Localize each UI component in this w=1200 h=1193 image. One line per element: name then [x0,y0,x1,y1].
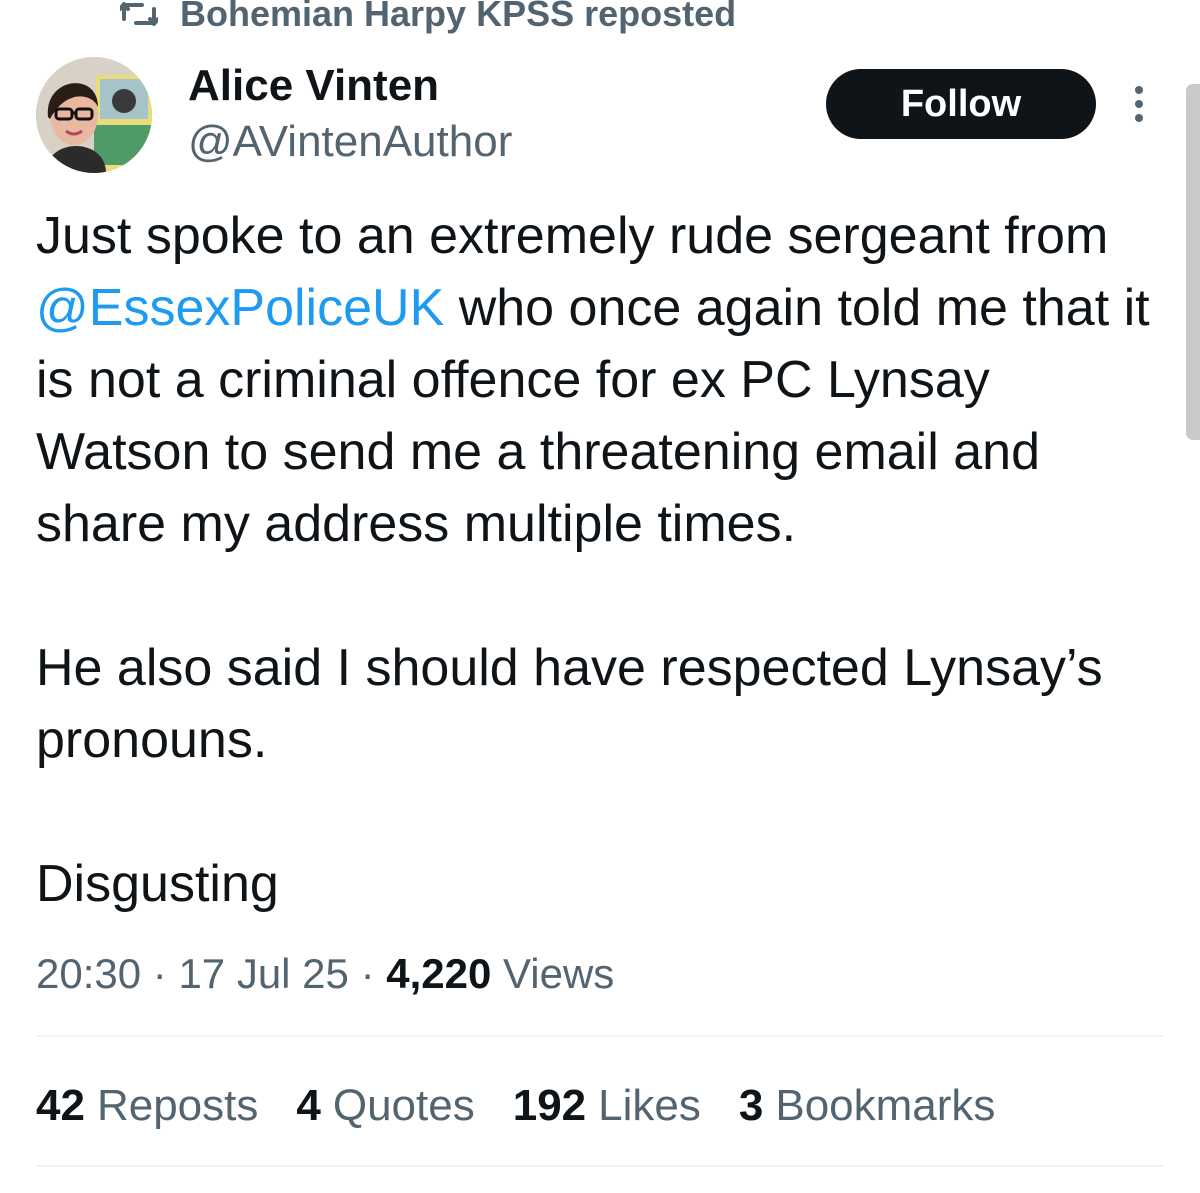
views-count: 4,220 [386,950,492,997]
views-label: Views [491,950,615,997]
tweet-paragraph-1: Just spoke to an extremely rude sergeant… [36,200,1176,560]
scrollbar-thumb[interactable] [1186,84,1200,440]
author-display-name[interactable]: Alice Vinten [188,62,512,110]
divider [36,1035,1164,1037]
reposts-label: Reposts [96,1081,259,1130]
tweet-text-segment: Just spoke to an extremely rude sergeant… [36,207,1109,265]
engagement-stats: 42 Reposts 4 Quotes 192 Likes 3 Bookmarks [36,1076,995,1136]
repost-context[interactable]: Bohemian Harpy KPSS reposted [120,0,736,42]
quotes-label: Quotes [332,1081,475,1130]
divider [36,1165,1164,1167]
follow-button[interactable]: Follow [826,69,1096,139]
tweet-time[interactable]: 20:30 [36,950,141,997]
likes-count: 192 [512,1081,587,1130]
repost-label: Bohemian Harpy KPSS reposted [180,0,737,34]
repost-icon [120,0,158,29]
quotes-count: 4 [296,1081,321,1130]
bookmarks-label: Bookmarks [775,1081,996,1130]
avatar[interactable] [36,57,152,173]
reposts-stat[interactable]: 42 Reposts [36,1076,258,1136]
tweet-text: Just spoke to an extremely rude sergeant… [36,200,1176,920]
tweet-paragraph-2: He also said I should have respected Lyn… [36,639,1103,769]
tweet-paragraph-3: Disgusting [36,855,279,913]
reposts-count: 42 [36,1081,85,1130]
more-vertical-icon[interactable] [1124,84,1154,124]
mention-link[interactable]: @EssexPoliceUK [36,279,444,337]
author-handle[interactable]: @AVintenAuthor [188,114,512,170]
meta-separator: · [141,950,179,997]
likes-stat[interactable]: 192 Likes [513,1076,701,1136]
tweet-metadata: 20:30 · 17 Jul 25 · 4,220 Views [36,946,614,1002]
author-info[interactable]: Alice Vinten @AVintenAuthor [188,62,512,170]
meta-separator: · [348,950,387,997]
bookmarks-count: 3 [738,1081,764,1130]
likes-label: Likes [598,1081,701,1130]
quotes-stat[interactable]: 4 Quotes [296,1076,474,1136]
bookmarks-stat[interactable]: 3 Bookmarks [739,1076,996,1136]
avatar-image [36,57,152,173]
tweet-date[interactable]: 17 Jul 25 [178,950,348,997]
